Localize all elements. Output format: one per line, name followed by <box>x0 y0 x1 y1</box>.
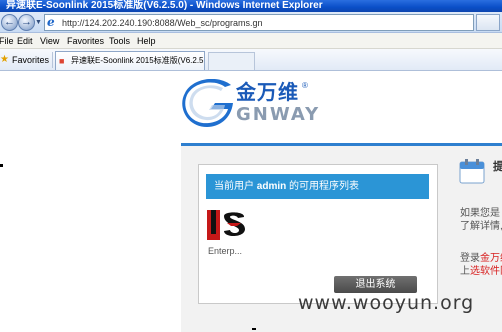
back-button[interactable]: ← <box>1 14 18 31</box>
logo-english-text: GNWAY <box>236 104 321 125</box>
header-suffix: 的可用程序列表 <box>289 181 360 192</box>
program-list-header: 当前用户 admin 的可用程序列表 <box>206 174 429 199</box>
site-favicon-icon: ■ <box>59 56 65 66</box>
menu-edit[interactable]: Edit <box>17 35 33 47</box>
stray-mark <box>0 164 3 167</box>
address-go-button[interactable] <box>476 14 500 31</box>
browser-tab-active[interactable]: ■ 异速联E-Soonlink 2015标准版(V6.2.5.0) <box>55 51 205 70</box>
address-url[interactable]: http://124.202.240.190:8088/Web_sc/progr… <box>62 17 262 29</box>
history-dropdown-icon[interactable]: ▼ <box>35 18 42 27</box>
watermark-text: www.wooyun.org <box>298 292 475 314</box>
favorites-button[interactable]: ★ Favorites <box>0 52 49 68</box>
back-arrow-icon: ← <box>4 16 15 28</box>
side-text-line2: 了解详情, <box>460 221 502 232</box>
stray-mark <box>252 328 256 330</box>
side-line4-prefix: 上 <box>460 266 470 277</box>
menu-help[interactable]: Help <box>137 35 156 47</box>
header-prefix: 当前用户 <box>214 181 254 192</box>
menu-view[interactable]: View <box>40 35 59 47</box>
side-link-gnway[interactable]: 金万纬 <box>480 253 502 264</box>
forward-button[interactable]: → <box>18 14 35 31</box>
window-title: 异速联E-Soonlink 2015标准版(V6.2.5.0) - Window… <box>6 0 323 11</box>
side-title: 提 <box>493 161 502 173</box>
app-label[interactable]: Enterp... <box>208 246 242 257</box>
current-user: admin <box>256 181 287 192</box>
page-content: 金万维 ® GNWAY 当前用户 admin 的可用程序列表 Enterp...… <box>0 71 502 332</box>
favorites-bar: ★ Favorites ■ 异速联E-Soonlink 2015标准版(V6.2… <box>0 49 502 71</box>
star-icon: ★ <box>0 54 9 65</box>
side-text-line1: 如果您是 <box>460 208 500 219</box>
app-enterprise-icon[interactable] <box>207 210 247 240</box>
address-bar[interactable]: e http://124.202.240.190:8088/Web_sc/pro… <box>44 14 474 31</box>
menu-tools[interactable]: Tools <box>109 35 130 47</box>
ie-page-icon: e <box>47 15 55 29</box>
logo-chinese-text: 金万维 <box>236 80 299 104</box>
menu-favorites[interactable]: Favorites <box>67 35 104 47</box>
side-line3-prefix: 登录 <box>460 253 480 264</box>
tab-title: 异速联E-Soonlink 2015标准版(V6.2.5.0) <box>71 56 205 65</box>
registered-mark: ® <box>302 81 308 90</box>
side-text-line4: 上选软件网 <box>460 265 502 278</box>
toolbar-separator <box>52 52 53 68</box>
new-tab-button[interactable] <box>208 52 255 70</box>
calendar-icon <box>459 159 485 184</box>
gnway-logo-icon <box>182 79 233 127</box>
side-text-line3: 登录金万纬 <box>460 252 502 265</box>
menu-bar: File Edit View Favorites Tools Help <box>0 33 502 49</box>
forward-arrow-icon: → <box>21 16 32 28</box>
navigation-bar: ← → ▼ e http://124.202.240.190:8088/Web_… <box>0 12 502 33</box>
menu-file[interactable]: File <box>0 35 14 47</box>
window-titlebar: 异速联E-Soonlink 2015标准版(V6.2.5.0) - Window… <box>0 0 502 12</box>
favorites-label: Favorites <box>12 55 50 65</box>
side-link-software[interactable]: 选软件网 <box>470 266 502 277</box>
